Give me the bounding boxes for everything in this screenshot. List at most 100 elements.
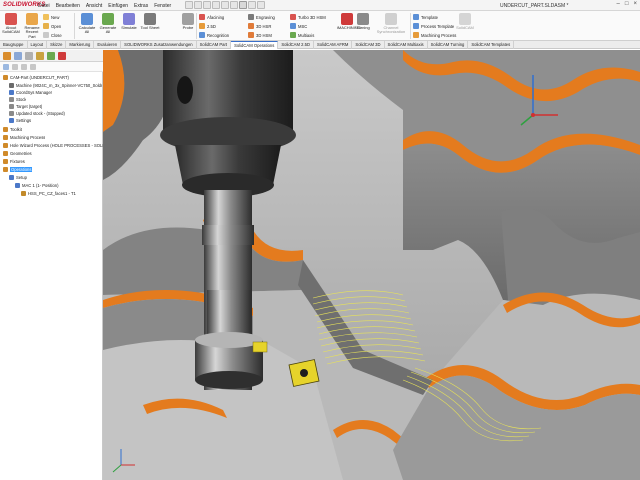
solidcam-manager-icon[interactable] [58,52,66,60]
3d-hsm-button[interactable]: 3D HSM [248,31,272,39]
graphics-viewport[interactable] [103,50,640,480]
tab-solidcam-templates[interactable]: SolidCAM Templates [468,41,515,49]
close-doc-icon [43,32,49,38]
menu-item-einfuegen[interactable]: Einfügen [108,3,128,9]
tree-node[interactable]: Hole Wizard Process (HOLE PROCESSES - SO… [3,142,109,149]
filter-icon[interactable] [3,64,9,70]
tab-solidcam-operations[interactable]: SolidCAM Operations [231,41,279,49]
open-icon[interactable] [203,1,211,9]
expand-icon[interactable] [12,64,18,70]
turbo-3d-hsm-button[interactable]: Turbo 3D HSM [290,13,326,21]
tree-node[interactable]: Target (target) [9,103,42,110]
minimize-icon[interactable]: – [617,1,620,7]
options-icon[interactable] [257,1,265,9]
tab-solidcam-afrm[interactable]: SolidCAM AFRM [314,41,353,49]
tree-node[interactable]: CAM-Part (UNDERCUT_PART) [3,74,69,81]
tree-node[interactable]: Stock [9,96,26,103]
msc-icon [290,23,296,29]
tree-node[interactable]: Machining Process [3,134,45,141]
tab-markierung[interactable]: Markierung [66,41,95,49]
2-5d-button[interactable]: 2.5D [199,22,216,30]
machining-process-button[interactable]: Machining Process [413,31,456,39]
probe-button[interactable]: Probe [178,13,198,30]
engraving-button[interactable]: Engraving [248,13,275,21]
new-button[interactable]: New [43,13,59,21]
rebuild-icon[interactable] [248,1,256,9]
ribbon-toolbar: About SolidCAM Rename Recent Part New Op… [0,11,640,41]
simulate-button[interactable]: Simulate [119,13,139,30]
open-button[interactable]: Open [43,22,61,30]
tool-sheet-button[interactable]: Tool Sheet [140,13,160,30]
close-icon[interactable]: × [633,1,637,7]
tree-node[interactable]: CoordSys Manager [9,89,52,96]
tab-solidcam-3d[interactable]: SolidCAM 3D [352,41,385,49]
menu-item-fenster[interactable]: Fenster [154,3,171,9]
tree-node[interactable]: Toolkit [3,126,22,133]
tree-node[interactable]: Updated stock - (Stopped) [9,110,65,117]
tab-solidcam-part[interactable]: SolidCAM Part [197,41,232,49]
menu-item-datei[interactable]: Datei [38,3,50,9]
turning-button[interactable]: Turning [352,13,374,30]
close-button[interactable]: Close [43,31,62,39]
tree-node[interactable]: Settings [9,117,31,124]
tab-solidcam-multiaxis[interactable]: SolidCAM Multiaxis [385,41,428,49]
tab-baugruppe[interactable]: Baugruppe [0,41,28,49]
tree-node-icon [3,135,8,140]
menu-item-ansicht[interactable]: Ansicht [86,3,102,9]
tree-node[interactable]: Fixtures [3,158,25,165]
solidworks-solidcam-window: SOLIDWORKS Datei Bearbeiten Ansicht Einf… [0,0,640,480]
tab-solidcam-2-5d[interactable]: SolidCAM 2.5D [278,41,314,49]
tree-node-label: Hole Wizard Process (HOLE PROCESSES - SO… [10,143,110,148]
tree-node[interactable]: Operations [3,166,33,173]
tab-evaluieren[interactable]: Evaluieren [94,41,122,49]
tab-skizze[interactable]: Skizze [47,41,67,49]
calculate-all-button[interactable]: Calculate All [77,13,97,35]
process-template-button[interactable]: Process Template [413,22,454,30]
tree-node[interactable]: Machine (9024C_m_3x_Spinner-VC750_Soldr [9,82,102,89]
tab-layout[interactable]: Layout [28,41,48,49]
3d-hsr-button[interactable]: 3D HSR [248,22,271,30]
print-icon[interactable] [221,1,229,9]
new-document-icon[interactable] [194,1,202,9]
msc-button[interactable]: MSC [290,22,307,30]
ribbon-separator [196,13,197,39]
afacining-button[interactable]: Afacining [199,13,224,21]
feature-manager-icon[interactable] [3,52,11,60]
tree-node[interactable]: MAC 1 (1- Position) [15,182,59,189]
save-icon[interactable] [212,1,220,9]
property-manager-icon[interactable] [14,52,22,60]
tree-node[interactable]: HSS_PC_CZ_faces1 - T1 [21,190,76,197]
collapse-icon[interactable] [21,64,27,70]
multiaxis-button[interactable]: Multiaxis [290,31,314,39]
generate-all-button[interactable]: Generate All [98,13,118,35]
display-manager-icon[interactable] [47,52,55,60]
solidcam-manager-panel: CAM-Part (UNDERCUT_PART) Machine (9024C_m… [0,50,109,480]
recognition-button[interactable]: Recognition [199,31,229,39]
select-pointer-icon[interactable] [239,1,247,9]
maximize-icon[interactable]: □ [625,1,629,7]
rename-icon [26,13,38,25]
tab-solidcam-turning[interactable]: SolidCAM Turning [428,41,469,49]
menu-item-bearbeiten[interactable]: Bearbeiten [56,3,80,9]
tree-node[interactable]: Geometries [3,150,32,157]
configuration-manager-icon[interactable] [25,52,33,60]
tab-solidworks-zusatzanwendungen[interactable]: SOLIDWORKS Zusatzanwendungen [121,41,197,49]
rename-recent-part-button[interactable]: Rename Recent Part [22,13,42,39]
about-solidcam-button[interactable]: About SolidCAM [1,13,21,35]
undo-icon[interactable] [230,1,238,9]
machining-process-icon [413,32,419,38]
channel-synchronization-button[interactable]: Channel Synchronization [376,13,406,35]
solidcam-button[interactable]: SolidCAM [455,13,475,30]
menu-item-extras[interactable]: Extras [134,3,148,9]
tree-node[interactable]: Setup [9,174,27,181]
tree-node-icon [3,151,8,156]
tree-node-label: CAM-Part (UNDERCUT_PART) [10,75,69,80]
turning-icon [357,13,369,25]
home-icon[interactable] [185,1,193,9]
settings-icon[interactable] [30,64,36,70]
dim-expert-icon[interactable] [36,52,44,60]
tree-node-icon [9,111,14,116]
template-button[interactable]: Template [413,13,438,21]
tree-node-icon [9,83,14,88]
probe-icon [182,13,194,25]
